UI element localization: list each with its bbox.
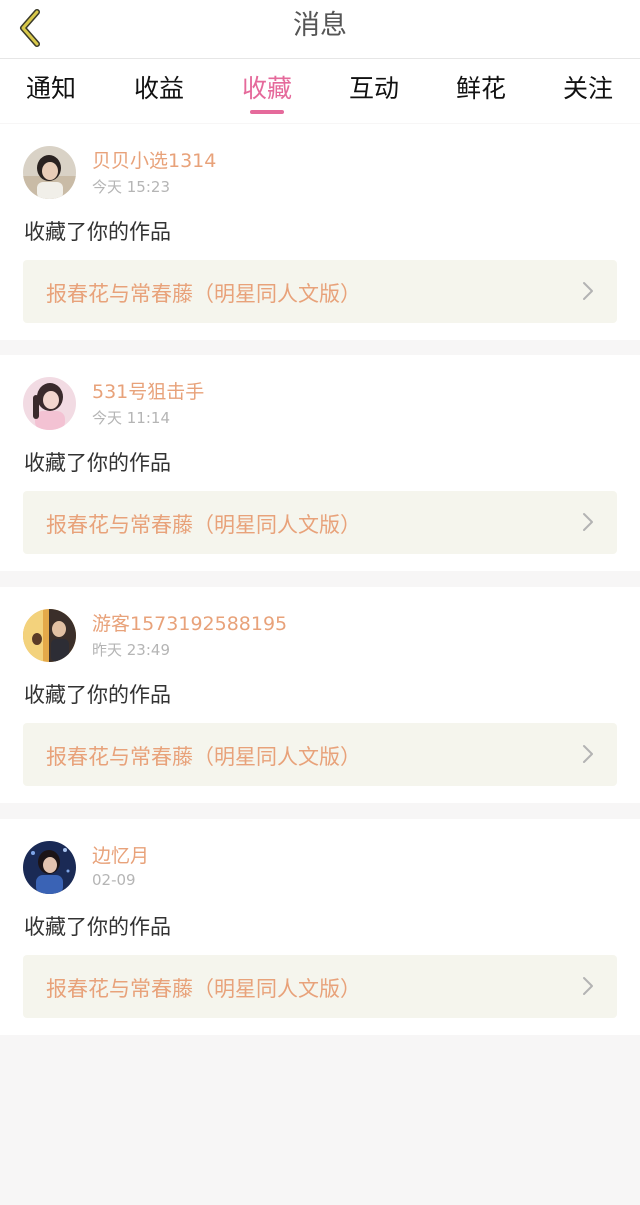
tab-notification[interactable]: 通知 [6, 69, 96, 105]
avatar[interactable] [23, 377, 76, 430]
work-link[interactable]: 报春花与常春藤（明星同人文版） [23, 723, 617, 786]
work-title: 报春花与常春藤（明星同人文版） [46, 282, 361, 306]
timestamp: 02-09 [92, 871, 136, 889]
chevron-right-icon [583, 977, 593, 995]
message-card: 531号狙击手 今天 11:14 收藏了你的作品 报春花与常春藤（明星同人文版） [0, 355, 640, 571]
message-card: 游客1573192588195 昨天 23:49 收藏了你的作品 报春花与常春藤… [0, 587, 640, 803]
chevron-right-icon [583, 745, 593, 763]
page-title: 消息 [293, 10, 347, 41]
avatar[interactable] [23, 146, 76, 199]
username[interactable]: 边忆月 [92, 841, 149, 868]
message-card: 边忆月 02-09 收藏了你的作品 报春花与常春藤（明星同人文版） [0, 819, 640, 1035]
work-title: 报春花与常春藤（明星同人文版） [46, 977, 361, 1001]
tab-flowers[interactable]: 鲜花 [436, 69, 526, 105]
timestamp: 今天 11:14 [92, 409, 170, 427]
username[interactable]: 游客1573192588195 [92, 609, 287, 636]
tab-favorites[interactable]: 收藏 [222, 69, 312, 105]
work-link[interactable]: 报春花与常春藤（明星同人文版） [23, 491, 617, 554]
work-title: 报春花与常春藤（明星同人文版） [46, 513, 361, 537]
tab-interaction[interactable]: 互动 [329, 69, 419, 105]
action-text: 收藏了你的作品 [24, 683, 171, 707]
tab-follow[interactable]: 关注 [543, 69, 633, 105]
chevron-right-icon [583, 513, 593, 531]
action-text: 收藏了你的作品 [24, 451, 171, 475]
work-title: 报春花与常春藤（明星同人文版） [46, 745, 361, 769]
username[interactable]: 531号狙击手 [92, 377, 204, 404]
action-text: 收藏了你的作品 [24, 220, 171, 244]
avatar[interactable] [23, 609, 76, 662]
username[interactable]: 贝贝小选1314 [92, 146, 216, 173]
timestamp: 昨天 23:49 [92, 641, 170, 659]
chevron-right-icon [583, 282, 593, 300]
tab-bar: 通知 收益 收藏 互动 鲜花 关注 [0, 59, 640, 123]
active-tab-indicator [250, 110, 284, 114]
tab-earnings[interactable]: 收益 [114, 69, 204, 105]
header-bar: 消息 [0, 0, 640, 59]
work-link[interactable]: 报春花与常春藤（明星同人文版） [23, 955, 617, 1018]
message-card: 贝贝小选1314 今天 15:23 收藏了你的作品 报春花与常春藤（明星同人文版… [0, 124, 640, 340]
timestamp: 今天 15:23 [92, 178, 170, 196]
avatar[interactable] [23, 841, 76, 894]
work-link[interactable]: 报春花与常春藤（明星同人文版） [23, 260, 617, 323]
action-text: 收藏了你的作品 [24, 915, 171, 939]
